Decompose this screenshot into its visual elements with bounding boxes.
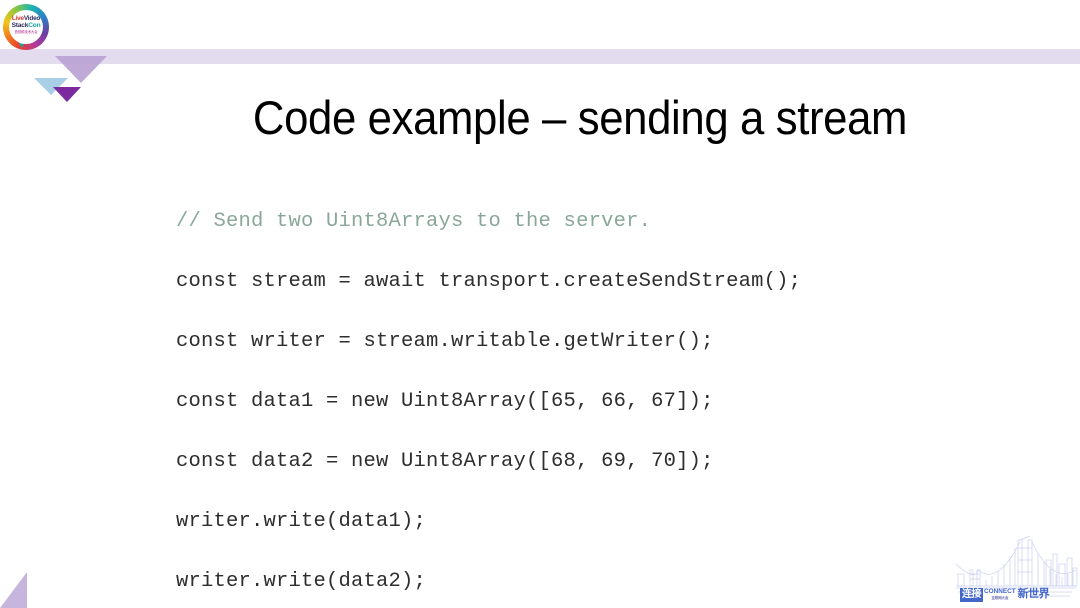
code-line-5: const data2 = new Uint8Array([68, 69, 70… xyxy=(176,449,714,473)
code-line-6: writer.write(data1); xyxy=(176,509,427,533)
watermark-cn-right: 新世界 xyxy=(1017,588,1050,600)
code-line-1: // Send two Uint8Arrays to the server. xyxy=(176,209,652,233)
livevideostackcon-logo: LiveVideo StackCon 音视频技术大会 xyxy=(3,4,49,50)
code-line-7: writer.write(data2); xyxy=(176,569,427,593)
code-line-4: const data1 = new Uint8Array([65, 66, 67… xyxy=(176,389,714,413)
decor-corner-triangle xyxy=(0,572,27,608)
slide-title: Code example – sending a stream xyxy=(252,91,908,144)
watermark-banner: 连接 CONNECT 互联网大会 新世界 xyxy=(960,587,1050,602)
watermark-en-top: CONNECT xyxy=(984,587,1016,595)
top-accent-band xyxy=(0,49,1080,64)
code-line-2: const stream = await transport.createSen… xyxy=(176,269,802,293)
watermark-en: CONNECT 互联网大会 xyxy=(983,587,1017,601)
code-block: // Send two Uint8Arrays to the server. c… xyxy=(176,207,839,608)
event-watermark: 连接 CONNECT 互联网大会 新世界 xyxy=(952,530,1080,608)
slide-canvas: LiveVideo StackCon 音视频技术大会 Code example … xyxy=(0,0,1080,608)
watermark-en-bottom: 互联网大会 xyxy=(991,595,1009,600)
watermark-cn-left: 连接 xyxy=(960,587,983,602)
code-line-3: const writer = stream.writable.getWriter… xyxy=(176,329,714,353)
logo-inner-circle xyxy=(9,10,43,44)
